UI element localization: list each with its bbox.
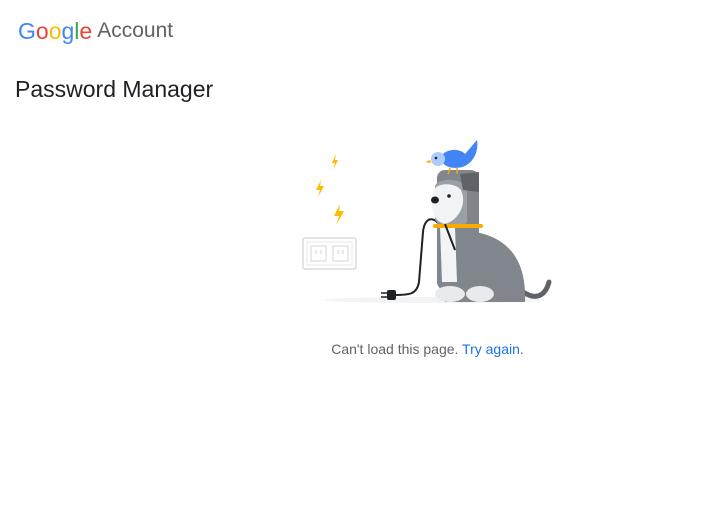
lightning-bolt-icon [316, 154, 344, 225]
logo-letter-e: e [79, 17, 93, 44]
logo-letter-o2: o [48, 17, 62, 44]
page: Google Account Password Manager Can't lo… [0, 0, 725, 518]
google-logo[interactable]: Google [18, 18, 92, 45]
logo-letter-o1: o [35, 17, 49, 44]
dog-icon [431, 170, 552, 302]
try-again-link[interactable]: Try again [462, 341, 520, 357]
header: Google Account [18, 16, 173, 46]
error-text: Can't load this page. [331, 341, 459, 357]
power-outlet-icon [302, 237, 357, 270]
plug-icon [381, 218, 446, 300]
bird-icon [425, 140, 478, 175]
logo-letter-g: G [18, 17, 36, 44]
error-illustration [302, 140, 552, 303]
account-label[interactable]: Account [97, 19, 173, 43]
error-message: Can't load this page. Try again. [0, 341, 725, 357]
logo-letter-g2: g [61, 17, 75, 44]
page-title: Password Manager [15, 76, 214, 102]
error-suffix: . [519, 341, 524, 357]
